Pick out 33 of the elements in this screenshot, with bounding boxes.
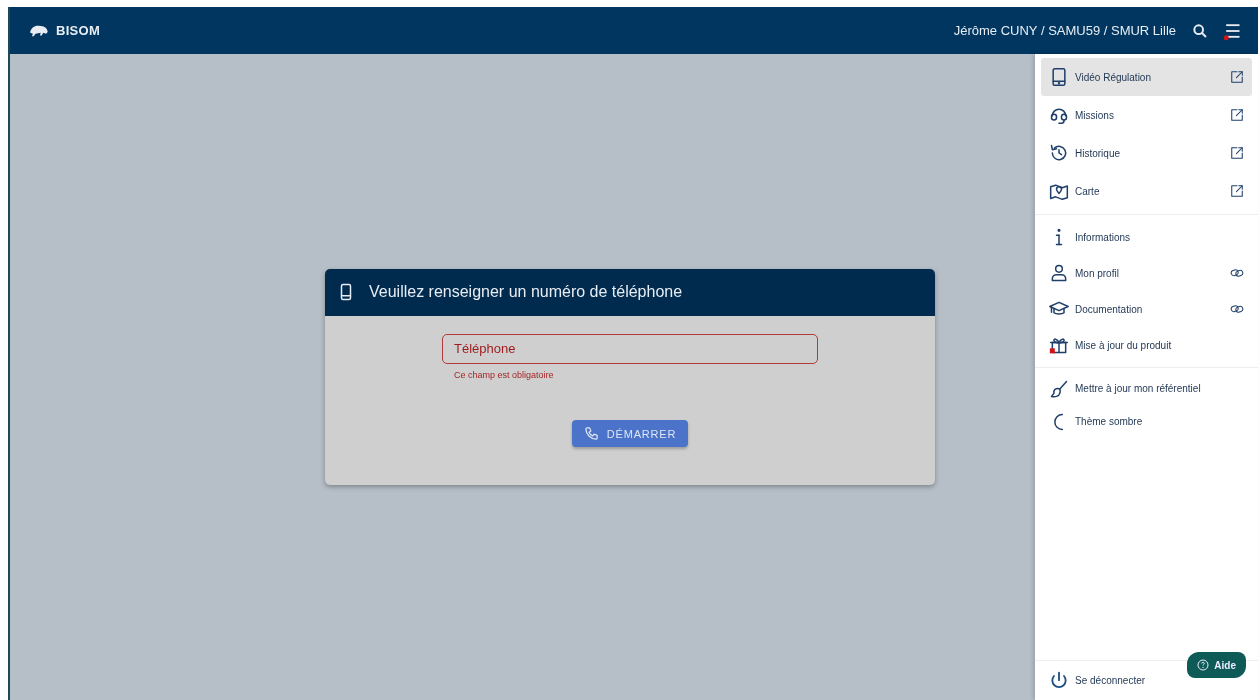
search-icon[interactable] <box>1192 22 1208 39</box>
external-link-icon <box>1230 184 1244 198</box>
menu-item[interactable]: Carte <box>1041 172 1252 210</box>
phone-input-field[interactable]: Téléphone <box>442 333 818 364</box>
menu-item[interactable]: Documentation <box>1041 291 1252 327</box>
menu-item[interactable]: Historique <box>1041 134 1252 172</box>
person-icon <box>1049 263 1069 283</box>
headset-icon <box>1049 105 1069 125</box>
link-icon <box>1230 302 1244 316</box>
menu-item[interactable]: Informations <box>1041 219 1252 255</box>
external-link-icon <box>1230 70 1244 84</box>
menu-item[interactable]: Thème sombre <box>1041 405 1252 438</box>
brush-icon <box>1049 378 1069 399</box>
external-link-icon <box>1230 146 1244 160</box>
menu-item[interactable]: Mise à jour du produit <box>1041 327 1252 363</box>
start-button[interactable]: DÉMARRER <box>571 420 689 448</box>
menu-item[interactable]: Missions <box>1041 96 1252 134</box>
history-icon <box>1049 143 1069 163</box>
brand-name[interactable]: BISOM <box>56 20 101 41</box>
help-button[interactable]: Aide <box>1187 652 1246 678</box>
link-icon <box>1230 266 1244 280</box>
external-link-icon <box>1230 108 1244 122</box>
user-info: Jérôme CUNY / SAMU59 / SMUR Lille <box>953 21 1176 40</box>
menu-item[interactable]: Vidéo Régulation <box>1041 58 1252 96</box>
question-icon <box>1197 659 1210 671</box>
phone-icon <box>583 426 599 442</box>
tablet-icon <box>1049 67 1069 87</box>
error-message: Ce champ est obligatoire <box>453 368 555 382</box>
map-pin-icon <box>1049 181 1069 201</box>
menu-item[interactable]: Mon profil <box>1041 255 1252 291</box>
power-icon <box>1049 670 1069 691</box>
menu-item[interactable]: Mettre à jour mon référentiel <box>1041 372 1252 405</box>
dialog-title: Veuillez renseigner un numéro de téléphone <box>369 282 683 303</box>
